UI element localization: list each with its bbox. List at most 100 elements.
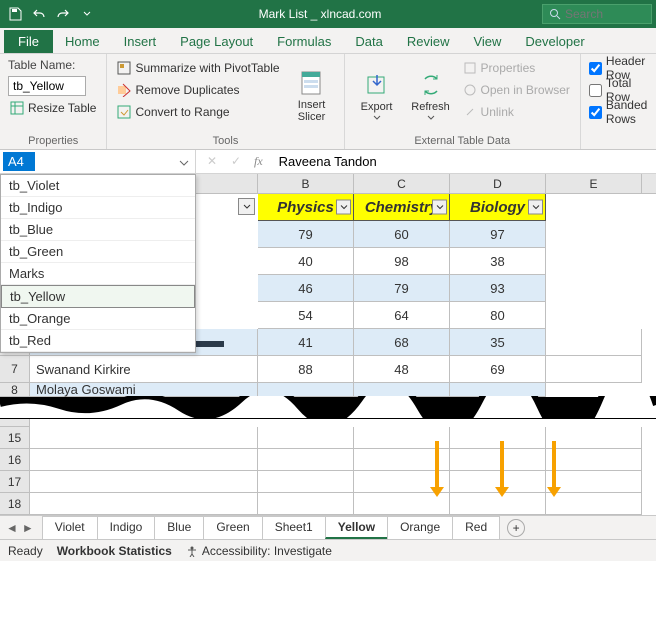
empty-row[interactable]: 15 [0, 427, 656, 449]
dropdown-item[interactable]: Marks [1, 263, 195, 285]
accessibility-status[interactable]: Accessibility: Investigate [186, 544, 332, 558]
tab-home[interactable]: Home [53, 30, 112, 53]
data-cell: 38 [450, 248, 546, 275]
col-header-e[interactable]: E [546, 174, 642, 193]
name-box-container: A4 tb_Violettb_Indigotb_Bluetb_GreenMark… [0, 150, 196, 173]
data-cell: 80 [450, 302, 546, 329]
filter-button[interactable] [336, 200, 351, 215]
add-sheet-button[interactable]: + [507, 519, 525, 537]
sheet-tab-red[interactable]: Red [452, 516, 500, 539]
formula-input[interactable] [273, 154, 656, 169]
dropdown-item[interactable]: tb_Blue [1, 219, 195, 241]
group-label-properties: Properties [8, 133, 98, 147]
summarize-pivot-button[interactable]: Summarize with PivotTable [115, 58, 281, 78]
resize-table-button[interactable]: Resize Table [8, 98, 98, 118]
qat-more-icon[interactable] [76, 3, 98, 25]
sheet-tab-yellow[interactable]: Yellow [325, 516, 388, 539]
save-icon[interactable] [4, 3, 26, 25]
dropdown-item[interactable]: tb_Orange [1, 308, 195, 330]
table-row[interactable]: 7Swanand Kirkire884869 [0, 356, 656, 383]
remove-duplicates-button[interactable]: Remove Duplicates [115, 80, 281, 100]
tab-developer[interactable]: Developer [513, 30, 596, 53]
search-input[interactable] [565, 7, 635, 21]
name-cell: Molaya Goswami [30, 383, 258, 397]
tab-page-layout[interactable]: Page Layout [168, 30, 265, 53]
dropdown-item[interactable]: tb_Red [1, 330, 195, 352]
tab-review[interactable]: Review [395, 30, 462, 53]
data-cell: 64 [354, 302, 450, 329]
data-cell: 60 [354, 221, 450, 248]
dropdown-item[interactable]: tb_Violet [1, 175, 195, 197]
header-row-checkbox[interactable]: Header Row [589, 58, 648, 78]
filter-button[interactable] [528, 200, 543, 215]
dropdown-item[interactable]: tb_Green [1, 241, 195, 263]
data-cell: 41 [258, 329, 354, 356]
ribbon-group-properties: Table Name: Resize Table Properties [0, 54, 107, 149]
data-cell: 93 [450, 275, 546, 302]
annotation-arrow-down [435, 441, 439, 487]
filter-button[interactable] [238, 198, 255, 215]
sheet-tab-indigo[interactable]: Indigo [97, 516, 156, 539]
workbook-stats-button[interactable]: Workbook Statistics [57, 544, 172, 558]
sheet-tab-blue[interactable]: Blue [154, 516, 204, 539]
data-cell: 88 [258, 356, 354, 383]
name-cell: Swanand Kirkire [30, 356, 258, 383]
col-header-c[interactable]: C [354, 174, 450, 193]
ribbon-group-style-options: Header Row Total Row Banded Rows [581, 54, 656, 149]
tab-formulas[interactable]: Formulas [265, 30, 343, 53]
quick-access-toolbar [4, 3, 98, 25]
table-row[interactable]: 8 Molaya Goswami [0, 383, 656, 397]
unlink-button: Unlink [461, 102, 572, 122]
tab-file[interactable]: File [4, 30, 53, 53]
name-box[interactable]: A4 [3, 152, 35, 171]
redo-icon[interactable] [52, 3, 74, 25]
data-cell: 54 [258, 302, 354, 329]
worksheet-grid-lower[interactable]: 15161718 [0, 419, 656, 515]
sheet-tab-green[interactable]: Green [203, 516, 262, 539]
annotation-arrow-down [500, 441, 504, 487]
fx-icon[interactable]: fx [254, 154, 263, 169]
search-icon [549, 8, 561, 20]
chevron-down-icon [427, 115, 435, 120]
sheet-tab-orange[interactable]: Orange [387, 516, 453, 539]
sheet-nav-next-icon[interactable]: ► [22, 521, 34, 535]
refresh-button[interactable]: Refresh [407, 58, 455, 133]
name-box-dropdown-icon[interactable] [179, 155, 189, 169]
banded-rows-checkbox[interactable]: Banded Rows [589, 102, 648, 122]
tab-data[interactable]: Data [343, 30, 394, 53]
undo-icon[interactable] [28, 3, 50, 25]
status-ready: Ready [8, 544, 43, 558]
status-bar: Ready Workbook Statistics Accessibility:… [0, 539, 656, 561]
sheet-tab-sheet1[interactable]: Sheet1 [262, 516, 326, 539]
empty-row[interactable]: 16 [0, 449, 656, 471]
annotation-arrow-down [552, 441, 556, 487]
group-label-external: External Table Data [353, 133, 572, 147]
name-box-dropdown: tb_Violettb_Indigotb_Bluetb_GreenMarkstb… [0, 174, 196, 353]
col-header-b[interactable]: B [258, 174, 354, 193]
data-cell: 68 [354, 329, 450, 356]
sheet-tab-bar: ◄ ► VioletIndigoBlueGreenSheet1YellowOra… [0, 515, 656, 539]
accept-formula-icon[interactable]: ✓ [226, 154, 246, 169]
insert-slicer-button[interactable]: Insert Slicer [288, 58, 336, 133]
sheet-tab-violet[interactable]: Violet [42, 516, 98, 539]
data-cell: 69 [450, 356, 546, 383]
sheet-nav-prev-icon[interactable]: ◄ [6, 521, 18, 535]
table-name-input[interactable] [8, 76, 86, 96]
data-cell: 98 [354, 248, 450, 275]
dropdown-item[interactable]: tb_Indigo [1, 197, 195, 219]
col-header-d[interactable]: D [450, 174, 546, 193]
export-button[interactable]: Export [353, 58, 401, 133]
dropdown-item[interactable]: tb_Yellow [1, 285, 195, 308]
filter-button[interactable] [432, 200, 447, 215]
cancel-formula-icon[interactable]: ✕ [202, 154, 222, 169]
tab-insert[interactable]: Insert [112, 30, 169, 53]
ribbon: Table Name: Resize Table Properties Summ… [0, 54, 656, 150]
table-name-label: Table Name: [8, 58, 98, 72]
data-cell: 79 [258, 221, 354, 248]
data-cell: 79 [354, 275, 450, 302]
ribbon-tabs: FileHomeInsertPage LayoutFormulasDataRev… [0, 28, 656, 54]
tab-view[interactable]: View [461, 30, 513, 53]
convert-range-button[interactable]: Convert to Range [115, 102, 281, 122]
total-row-checkbox[interactable]: Total Row [589, 80, 648, 100]
search-box[interactable] [542, 4, 652, 24]
